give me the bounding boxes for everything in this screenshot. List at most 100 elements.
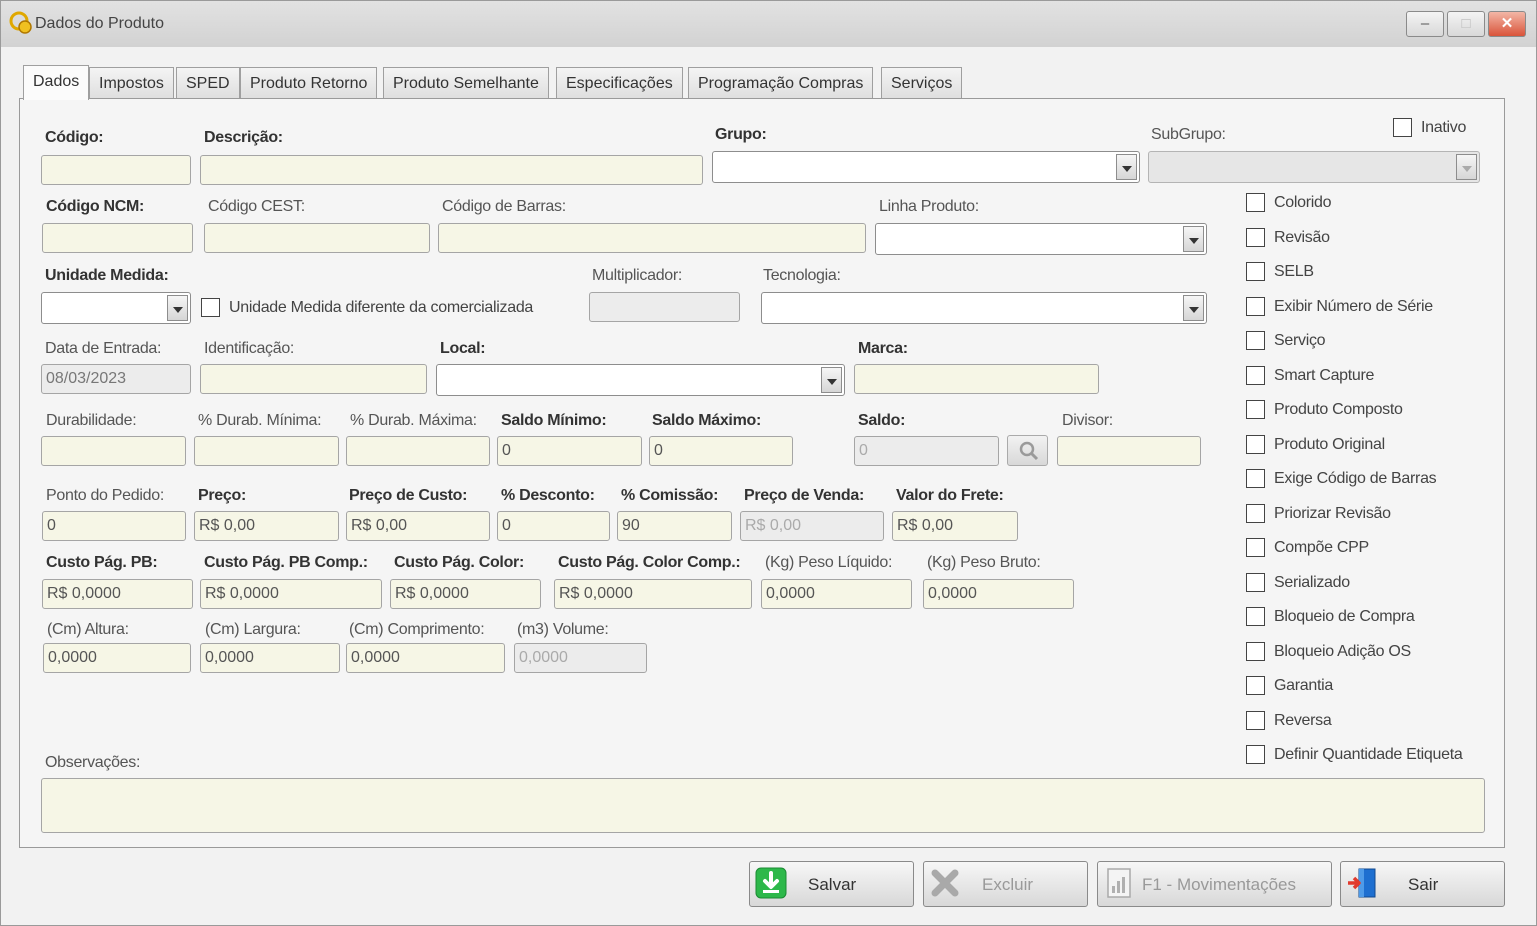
- durab-minima-field[interactable]: [194, 436, 339, 466]
- peso-bruto-label: (Kg) Peso Bruto:: [927, 554, 1041, 571]
- altura-field[interactable]: 0,0000: [43, 643, 191, 673]
- checkbox-revisao[interactable]: [1246, 227, 1265, 247]
- tecnologia-select[interactable]: [761, 292, 1207, 324]
- custo-pb-comp-field[interactable]: R$ 0,0000: [200, 579, 382, 609]
- comissao-label: % Comissão:: [621, 487, 719, 504]
- largura-field[interactable]: 0,0000: [200, 643, 340, 673]
- custo-color-comp-label: Custo Pág. Color Comp.:: [558, 554, 741, 571]
- custo-color-comp-field[interactable]: R$ 0,0000: [554, 579, 752, 609]
- checkbox-smart-capture[interactable]: [1246, 365, 1265, 385]
- checkbox-produto-composto[interactable]: [1246, 400, 1265, 419]
- inativo-checkbox[interactable]: [1393, 118, 1412, 137]
- sair-button[interactable]: Sair: [1340, 861, 1505, 907]
- unidade-diferente-checkbox[interactable]: [201, 298, 220, 317]
- checkbox-priorizar-revisao[interactable]: [1246, 503, 1265, 523]
- checkbox-label-priorizar-revisao: Priorizar Revisão: [1274, 504, 1391, 522]
- checkbox-colorido[interactable]: [1246, 193, 1265, 212]
- peso-liquido-field[interactable]: 0,0000: [761, 579, 912, 609]
- tab-impostos[interactable]: Impostos: [89, 67, 174, 99]
- checkbox-garantia[interactable]: [1246, 676, 1265, 695]
- checkbox-definir-quantidade-etiqueta[interactable]: [1246, 745, 1265, 764]
- tab-sped[interactable]: SPED: [176, 67, 240, 99]
- checkbox-produto-original[interactable]: [1246, 434, 1265, 454]
- movimentacoes-button[interactable]: F1 - Movimentações: [1097, 861, 1332, 907]
- chevron-down-icon[interactable]: [167, 295, 188, 321]
- peso-bruto-field[interactable]: 0,0000: [923, 579, 1074, 609]
- data-entrada-field[interactable]: 08/03/2023: [41, 364, 191, 394]
- checkbox-label-servico: Serviço: [1274, 332, 1326, 349]
- codigo-field[interactable]: [41, 155, 191, 185]
- preco-field[interactable]: R$ 0,00: [194, 511, 339, 541]
- tab-dados[interactable]: Dados: [23, 65, 90, 100]
- window-title: Dados do Produto: [35, 15, 164, 32]
- saldo-maximo-field[interactable]: 0: [649, 436, 793, 466]
- linha-produto-select[interactable]: [875, 223, 1207, 255]
- observacoes-field[interactable]: [41, 778, 1485, 833]
- altura-label: (Cm) Altura:: [47, 621, 129, 638]
- tab-servicos[interactable]: Serviços: [881, 67, 963, 99]
- descricao-field[interactable]: [200, 155, 703, 185]
- tab-produto-retorno[interactable]: Produto Retorno: [240, 67, 378, 99]
- preco-custo-field[interactable]: R$ 0,00: [346, 511, 490, 541]
- identificacao-field[interactable]: [200, 364, 427, 394]
- chevron-down-icon[interactable]: [1183, 226, 1204, 252]
- multiplicador-label: Multiplicador:: [592, 267, 683, 284]
- minimize-button[interactable]: –: [1406, 11, 1444, 37]
- multiplicador-field[interactable]: [589, 292, 740, 322]
- chevron-down-icon[interactable]: [1456, 154, 1477, 180]
- volume-field[interactable]: 0,0000: [514, 643, 647, 673]
- maximize-button[interactable]: □: [1447, 11, 1485, 37]
- checkbox-compoe-cpp[interactable]: [1246, 538, 1265, 557]
- checkbox-bloqueio-adicao-os[interactable]: [1246, 641, 1265, 661]
- checkbox-label-serializado: Serializado: [1274, 573, 1350, 591]
- codigo-barras-field[interactable]: [438, 223, 866, 253]
- tab-programacao-compras[interactable]: Programação Compras: [688, 67, 874, 99]
- saldo-field[interactable]: 0: [854, 436, 999, 466]
- checkbox-serializado[interactable]: [1246, 572, 1265, 592]
- checkbox-label-produto-composto: Produto Composto: [1274, 401, 1403, 418]
- saldo-minimo-field[interactable]: 0: [497, 436, 642, 466]
- checkbox-servico[interactable]: [1246, 331, 1265, 350]
- subgrupo-select[interactable]: [1148, 151, 1480, 183]
- desconto-field[interactable]: 0: [497, 511, 610, 541]
- checkbox-reversa[interactable]: [1246, 710, 1265, 730]
- title-bar[interactable]: Dados do Produto – □ ✕: [1, 1, 1536, 47]
- grupo-select[interactable]: [712, 151, 1140, 183]
- ponto-pedido-field[interactable]: 0: [42, 511, 186, 541]
- durab-maxima-field[interactable]: [346, 436, 490, 466]
- valor-frete-field[interactable]: R$ 0,00: [892, 511, 1018, 541]
- checkbox-exibir-numero-de-serie[interactable]: [1246, 296, 1265, 316]
- durabilidade-field[interactable]: [41, 436, 186, 466]
- checkbox-selb[interactable]: [1246, 262, 1265, 281]
- excluir-label: Excluir: [982, 875, 1034, 894]
- excluir-button[interactable]: Excluir: [923, 861, 1088, 907]
- tab-produto-semelhante[interactable]: Produto Semelhante: [383, 67, 549, 99]
- saldo-search-button[interactable]: [1007, 435, 1048, 466]
- local-select[interactable]: [436, 364, 845, 396]
- unidade-medida-select[interactable]: [41, 292, 191, 324]
- checkbox-label-smart-capture: Smart Capture: [1274, 366, 1375, 384]
- chevron-down-icon[interactable]: [1183, 295, 1204, 321]
- tab-especificacoes[interactable]: Especificações: [556, 67, 683, 99]
- checkbox-label-exibir-numero-de-serie: Exibir Número de Série: [1274, 297, 1433, 315]
- codigo-ncm-field[interactable]: [42, 223, 193, 253]
- comprimento-field[interactable]: 0,0000: [346, 643, 505, 673]
- chevron-down-icon[interactable]: [821, 367, 842, 393]
- custo-pb-comp-label: Custo Pág. PB Comp.:: [204, 554, 368, 571]
- linha-produto-label: Linha Produto:: [879, 198, 979, 215]
- checkbox-bloqueio-de-compra[interactable]: [1246, 607, 1265, 626]
- custo-color-field[interactable]: R$ 0,0000: [390, 579, 541, 609]
- chevron-down-icon[interactable]: [1116, 154, 1137, 180]
- codigo-cest-label: Código CEST:: [208, 198, 305, 215]
- checkbox-exige-codigo-de-barras[interactable]: [1246, 469, 1265, 488]
- divisor-field[interactable]: [1057, 436, 1201, 466]
- comissao-field[interactable]: 90: [617, 511, 732, 541]
- preco-venda-field[interactable]: R$ 0,00: [740, 511, 884, 541]
- save-download-icon: [755, 867, 787, 899]
- checkbox-label-definir-quantidade-etiqueta: Definir Quantidade Etiqueta: [1274, 746, 1463, 763]
- codigo-cest-field[interactable]: [204, 223, 430, 253]
- custo-pb-field[interactable]: R$ 0,0000: [42, 579, 193, 609]
- marca-field[interactable]: [854, 364, 1099, 394]
- close-button[interactable]: ✕: [1488, 11, 1526, 37]
- salvar-button[interactable]: Salvar: [749, 861, 914, 907]
